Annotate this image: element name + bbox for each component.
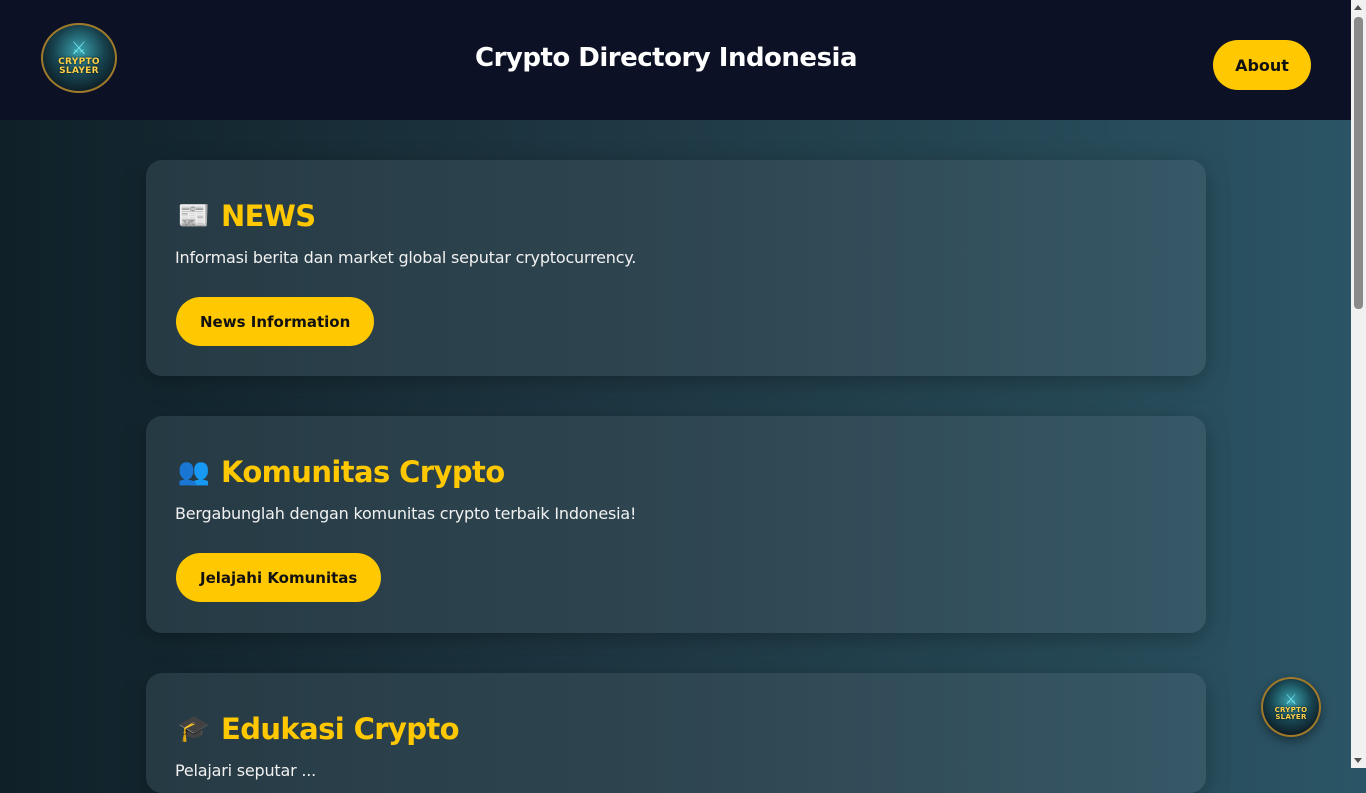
card-header: 👥 Komunitas Crypto [176, 452, 505, 492]
site-title: Crypto Directory Indonesia [474, 43, 858, 73]
vertical-scrollbar[interactable] [1351, 0, 1366, 768]
card-title: Komunitas Crypto [221, 455, 505, 489]
news-card: 📰 NEWS Informasi berita dan market globa… [146, 160, 1206, 376]
logo-text-line2: SLAYER [1275, 713, 1307, 721]
people-icon: 👥 [177, 457, 211, 487]
community-card: 👥 Komunitas Crypto Bergabunglah dengan k… [146, 416, 1206, 633]
card-description: Bergabunglah dengan komunitas crypto ter… [175, 504, 637, 523]
about-button[interactable]: About [1213, 40, 1311, 90]
newspaper-icon: 📰 [177, 201, 211, 231]
scroll-up-arrow-icon[interactable] [1354, 5, 1362, 10]
graduation-cap-icon: 🎓 [177, 714, 211, 744]
scrollbar-thumb[interactable] [1354, 17, 1363, 309]
education-card: 🎓 Edukasi Crypto Pelajari seputar ... [146, 673, 1206, 793]
top-navbar: ⚔ CRYPTO SLAYER Crypto Directory Indones… [0, 0, 1351, 120]
card-title: Edukasi Crypto [221, 712, 460, 746]
card-description: Pelajari seputar ... [175, 761, 317, 780]
card-description: Informasi berita dan market global seput… [175, 248, 637, 267]
jelajahi-komunitas-button[interactable]: Jelajahi Komunitas [176, 553, 382, 602]
scroll-down-arrow-icon[interactable] [1354, 758, 1362, 763]
news-information-button[interactable]: News Information [176, 297, 375, 346]
card-header: 📰 NEWS [176, 196, 316, 236]
floating-logo-button[interactable]: ⚔ CRYPTO SLAYER [1261, 677, 1321, 737]
helmet-icon: ⚔ [1284, 692, 1298, 708]
card-header: 🎓 Edukasi Crypto [176, 709, 460, 749]
card-title: NEWS [221, 199, 316, 233]
